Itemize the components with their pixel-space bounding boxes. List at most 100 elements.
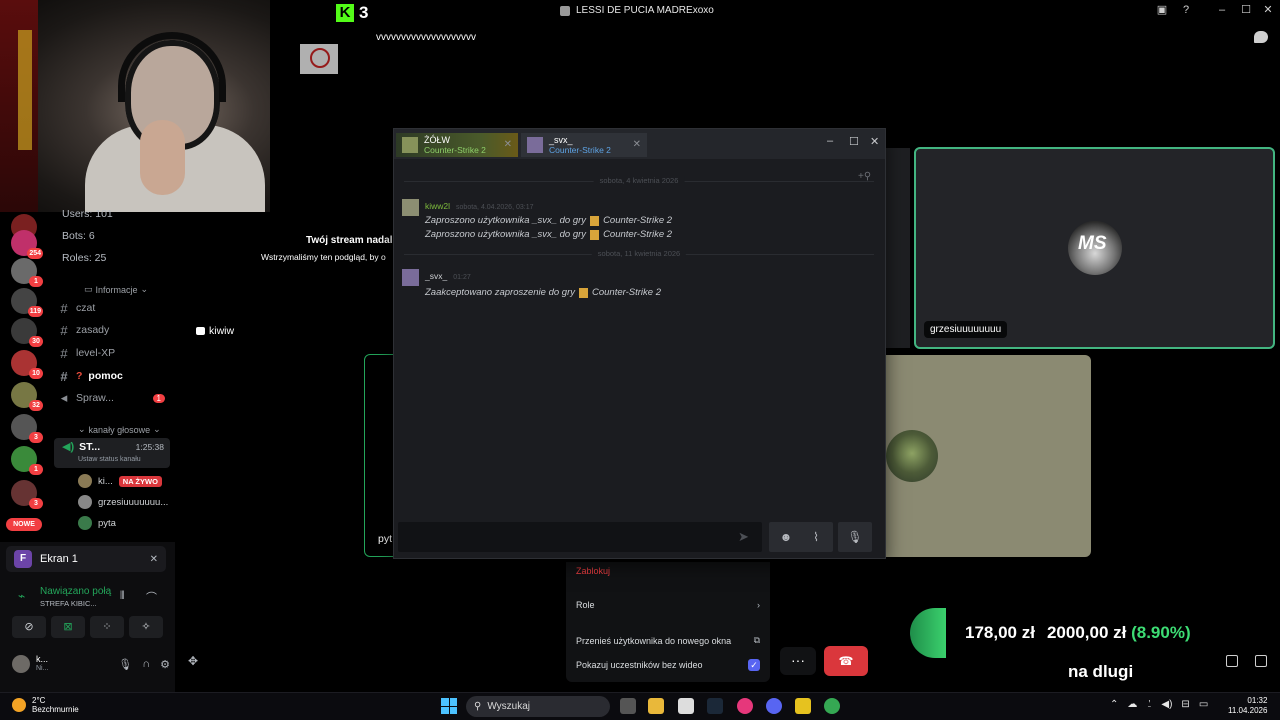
menu-item-pop-out[interactable]: Przenieś użytkownika do nowego okna ⧉: [576, 635, 760, 646]
volume-icon[interactable]: ◀): [1161, 699, 1172, 710]
more-options-button[interactable]: ···: [780, 647, 816, 675]
message-author[interactable]: _svx_: [425, 271, 447, 281]
app-icon[interactable]: [795, 698, 811, 714]
popout-icon[interactable]: [1226, 655, 1238, 667]
voice-connected-label[interactable]: Nawiązano połą: [40, 586, 111, 597]
server-icon[interactable]: 1: [11, 258, 43, 287]
taskbar-search[interactable]: ⚲ Wyszukaj: [466, 696, 610, 717]
video-tile-grzesiu[interactable]: MS grzesiuuuuuuuu: [914, 147, 1275, 349]
menu-item-roles[interactable]: Role ›: [576, 600, 760, 610]
mic-icon[interactable]: ⍘: [1146, 699, 1152, 710]
waveform-icon[interactable]: ⫴: [120, 590, 125, 603]
emoji-button[interactable]: ☻: [769, 522, 803, 552]
help-icon[interactable]: ?: [1180, 4, 1192, 16]
video-tile-user[interactable]: [886, 355, 1091, 557]
headphones-icon[interactable]: ∩: [142, 658, 150, 671]
donation-caption: na dlugi: [1068, 662, 1134, 681]
voice-chat-button[interactable]: 🎙︎: [838, 522, 872, 552]
category-voice[interactable]: ⌄ kanały głosowe ⌄: [78, 424, 161, 435]
channel-czat[interactable]: # czat: [58, 299, 175, 317]
fullscreen-icon[interactable]: [1255, 655, 1267, 667]
avatar[interactable]: [402, 199, 419, 216]
chat-message-input[interactable]: ➤: [398, 522, 762, 552]
voice-connected-channel[interactable]: STREFA KIBIC...: [40, 599, 97, 608]
server-icon[interactable]: 3: [11, 480, 43, 509]
new-servers-badge[interactable]: NOWE: [6, 518, 42, 531]
message-game[interactable]: Counter-Strike 2: [603, 215, 672, 226]
add-friend-icon[interactable]: ✥: [188, 654, 198, 668]
close-icon[interactable]: ✕: [870, 135, 879, 148]
message-game[interactable]: Counter-Strike 2: [603, 229, 672, 240]
phone-hangup-button[interactable]: ☎: [824, 646, 868, 676]
server-icon[interactable]: 30: [11, 318, 43, 347]
video-tile-pyta[interactable]: pyt: [364, 354, 394, 557]
set-status-link[interactable]: Ustaw status kanału: [78, 456, 141, 463]
server-icon[interactable]: 3: [11, 414, 43, 443]
maximize-icon[interactable]: ☐: [849, 135, 859, 148]
obs-icon[interactable]: [737, 698, 753, 714]
close-icon[interactable]: ✕: [504, 139, 512, 150]
category-info[interactable]: ▭ Informacje ⌄: [84, 284, 148, 295]
chat-bubble-icon[interactable]: [1254, 31, 1268, 43]
battery-icon[interactable]: ▭: [1199, 699, 1208, 710]
close-icon[interactable]: ✕: [150, 554, 158, 565]
chat-tab-svx[interactable]: _svx_ Counter-Strike 2 ✕: [521, 133, 647, 157]
channel-zasady[interactable]: # zasady: [58, 321, 175, 339]
chrome-icon[interactable]: [824, 698, 840, 714]
windows-start-icon[interactable]: [441, 698, 457, 714]
clock-time: 01:32: [1247, 696, 1268, 705]
close-icon[interactable]: ✕: [1262, 4, 1274, 16]
soundboard-button[interactable]: ✧: [129, 616, 163, 638]
file-explorer-icon[interactable]: [648, 698, 664, 714]
menu-item-show-no-video[interactable]: Pokazuj uczestników bez wideo ✓: [576, 659, 760, 671]
maximize-icon[interactable]: ☐: [1240, 4, 1252, 16]
server-icon[interactable]: 10: [11, 350, 43, 379]
screen-share-label: Ekran 1: [40, 553, 78, 565]
chevron-up-icon[interactable]: ⌃: [1110, 699, 1118, 710]
close-icon[interactable]: ✕: [633, 139, 641, 150]
weather-widget[interactable]: 2°C Bezchmurnie: [12, 696, 79, 714]
network-icon[interactable]: ⊟: [1181, 699, 1189, 710]
server-users-count: Users: 101: [62, 208, 113, 220]
message-author[interactable]: kiww2l: [425, 201, 450, 211]
minimize-icon[interactable]: –: [827, 135, 833, 147]
send-icon[interactable]: ➤: [738, 529, 749, 545]
mic-icon[interactable]: 🎙︎: [118, 658, 132, 671]
avatar[interactable]: [402, 269, 419, 286]
voice-channel-name: ST...: [79, 440, 101, 453]
screenshot-icon[interactable]: ▣: [1156, 4, 1168, 16]
gear-icon[interactable]: ⚙: [160, 658, 170, 671]
checkbox-checked-icon[interactable]: ✓: [748, 659, 760, 671]
voice-user[interactable]: grzesiuuuuuuu...: [78, 495, 173, 509]
activities-button[interactable]: ⁘: [90, 616, 124, 638]
toggle-camera-button[interactable]: ⊘: [12, 616, 46, 638]
taskbar-clock[interactable]: 01:32 11.04.2026: [1228, 696, 1267, 716]
channel-sprawy[interactable]: ◂ Spraw... 1: [58, 389, 175, 407]
chevron-down-icon: ⌄: [78, 424, 86, 434]
chat-tab-zolw[interactable]: ŻÓŁW Counter-Strike 2 ✕: [396, 133, 518, 157]
channel-pomoc[interactable]: # ? pomoc: [58, 367, 175, 385]
attach-button[interactable]: ⌇: [799, 522, 833, 552]
server-icon[interactable]: 119: [11, 288, 43, 317]
steam-icon[interactable]: [707, 698, 723, 714]
share-screen-button[interactable]: ⊠: [51, 616, 85, 638]
task-view-icon[interactable]: [620, 698, 636, 714]
cloud-icon[interactable]: ☁: [1127, 699, 1137, 710]
screen-share-preview[interactable]: F Ekran 1 ✕: [6, 546, 166, 572]
current-user[interactable]: k... Ni... 🎙︎ ∩ ⚙: [12, 652, 170, 676]
menu-item-block[interactable]: Zablokuj: [576, 566, 760, 576]
server-icon[interactable]: 32: [11, 382, 43, 411]
voice-channel-active[interactable]: ◀) ST... 1:25:38 Ustaw status kanału: [54, 438, 170, 468]
voice-user[interactable]: pyta: [78, 516, 173, 530]
video-tile-partial[interactable]: [886, 148, 910, 348]
server-icon[interactable]: 254: [11, 230, 43, 259]
channel-level-xp[interactable]: # level-XP: [58, 344, 175, 362]
minimize-icon[interactable]: –: [1216, 4, 1228, 16]
donation-goal: 178,00 zł 2000,00 zł (8.90%): [965, 623, 1191, 643]
server-icon[interactable]: 1: [11, 446, 43, 475]
voice-user[interactable]: ki... NA ŻYWO: [78, 474, 173, 488]
message-game[interactable]: Counter-Strike 2: [592, 287, 661, 298]
disconnect-icon[interactable]: ⌒: [146, 589, 157, 605]
discord-icon[interactable]: [766, 698, 782, 714]
store-icon[interactable]: [678, 698, 694, 714]
